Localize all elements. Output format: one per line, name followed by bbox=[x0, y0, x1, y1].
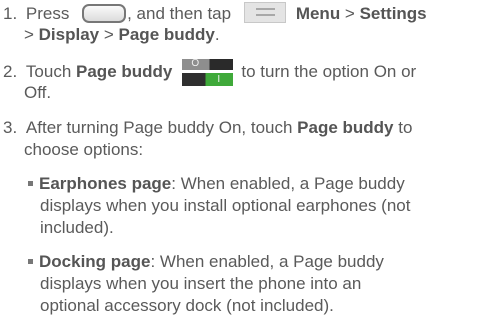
option-docking-line-1: Docking page: When enabled, a Page buddy bbox=[28, 251, 384, 273]
display-label: Display bbox=[38, 25, 100, 44]
bullet-icon bbox=[28, 259, 33, 264]
option-earphones-line-1: Earphones page: When enabled, a Page bud… bbox=[28, 173, 405, 195]
home-key-icon bbox=[82, 4, 127, 23]
step-text: Touch bbox=[25, 62, 77, 81]
step-1-line-1: 1. Press , and then tap Menu > Settings bbox=[3, 2, 427, 25]
option-text: displays when you install optional earph… bbox=[40, 196, 411, 215]
toggle-on-state: I bbox=[182, 73, 234, 86]
toggle-switch-icon: OI bbox=[182, 58, 234, 86]
page-buddy-label: Page buddy bbox=[297, 118, 394, 137]
toggle-off-state: O bbox=[182, 58, 234, 70]
step-text: Off. bbox=[24, 83, 52, 102]
step-text: to bbox=[393, 118, 413, 137]
separator: > bbox=[99, 25, 119, 44]
bullet-icon bbox=[28, 181, 33, 186]
step-text: After turning Page buddy On, touch bbox=[25, 118, 298, 137]
menu-key-icon bbox=[243, 2, 286, 23]
option-text: included). bbox=[40, 218, 114, 237]
step-number: 1. bbox=[3, 4, 18, 23]
step-text: Press bbox=[25, 4, 75, 23]
page-buddy-label: Page buddy bbox=[118, 25, 215, 44]
step-text: , and then tap bbox=[127, 4, 236, 23]
step-2-line-2: Off. bbox=[24, 82, 51, 104]
option-earphones-line-2: displays when you install optional earph… bbox=[40, 195, 410, 217]
toggle-off-symbol: O bbox=[191, 58, 200, 69]
step-number: 2. bbox=[3, 62, 18, 81]
period: . bbox=[214, 25, 220, 44]
option-text: : When enabled, a Page buddy bbox=[150, 252, 384, 271]
docking-page-title: Docking page bbox=[39, 252, 151, 271]
menu-label: Menu bbox=[295, 4, 341, 23]
option-text: optional accessory dock (not included). bbox=[40, 296, 334, 315]
option-docking-line-2: displays when you insert the phone into … bbox=[40, 273, 361, 295]
earphones-page-title: Earphones page bbox=[39, 174, 172, 193]
step-3-line-2: choose options: bbox=[24, 139, 143, 161]
step-text: choose options: bbox=[24, 140, 144, 159]
settings-label: Settings bbox=[359, 4, 427, 23]
step-text: to turn the option On or bbox=[241, 62, 417, 81]
separator: > bbox=[24, 25, 39, 44]
separator: > bbox=[340, 4, 360, 23]
option-earphones-line-3: included). bbox=[40, 217, 114, 239]
step-number: 3. bbox=[3, 118, 18, 137]
option-text: : When enabled, a Page buddy bbox=[171, 174, 405, 193]
page-buddy-label: Page buddy bbox=[76, 62, 173, 81]
step-1-line-2: > Display > Page buddy. bbox=[24, 24, 220, 46]
option-text: displays when you insert the phone into … bbox=[40, 274, 362, 293]
option-docking-line-3: optional accessory dock (not included). bbox=[40, 295, 334, 317]
toggle-on-symbol: I bbox=[217, 74, 221, 85]
step-3-line-1: 3. After turning Page buddy On, touch Pa… bbox=[3, 117, 412, 139]
step-2-line-1: 2. Touch Page buddy O Ito turn the option … bbox=[3, 58, 417, 86]
